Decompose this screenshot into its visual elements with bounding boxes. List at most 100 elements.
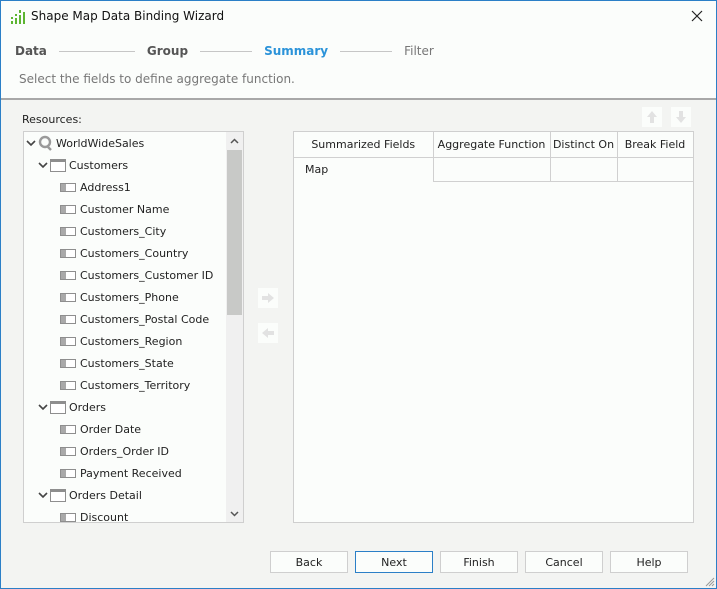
scroll-up-button[interactable] — [226, 132, 243, 149]
tree-item-table[interactable]: Customers — [38, 154, 128, 176]
scroll-down-button[interactable] — [226, 505, 243, 522]
tree-item-field[interactable]: Customers_Phone — [60, 286, 179, 308]
tree-item-field[interactable]: Payment Received — [60, 462, 182, 484]
tree-item-label: Order Date — [80, 422, 142, 436]
next-button[interactable]: Next — [355, 551, 433, 573]
step-summary[interactable]: Summary — [264, 44, 328, 58]
wizard-header: Shape Map Data Binding Wizard Data Group… — [1, 1, 716, 100]
step-divider — [200, 50, 253, 52]
chevron-down-icon[interactable] — [26, 138, 36, 148]
arrow-left-icon — [262, 328, 274, 338]
step-divider — [340, 50, 393, 52]
tree-item-label: Customers_Customer ID — [80, 268, 214, 282]
window-title: Shape Map Data Binding Wizard — [31, 9, 225, 23]
tree-item-table[interactable]: Orders — [38, 396, 106, 418]
column-header-summarized-fields[interactable]: Summarized Fields — [294, 132, 434, 158]
resources-label: Resources: — [22, 113, 82, 126]
column-header-aggregate-function[interactable]: Aggregate Function — [433, 132, 551, 158]
field-icon — [60, 204, 76, 214]
summarized-field-cell[interactable]: Map — [294, 157, 434, 182]
field-icon — [60, 358, 76, 368]
tree-item-label: Address1 — [80, 180, 131, 194]
wizard-dialog: Shape Map Data Binding Wizard Data Group… — [0, 0, 717, 589]
chevron-down-icon[interactable] — [38, 490, 48, 500]
tree-item-field[interactable]: Order Date — [60, 418, 141, 440]
tree-item-field[interactable]: Customers_Postal Code — [60, 308, 209, 330]
chevron-down-icon[interactable] — [38, 402, 48, 412]
table-row[interactable]: Map — [294, 157, 694, 182]
step-data[interactable]: Data — [15, 44, 47, 58]
finish-button[interactable]: Finish — [440, 551, 518, 573]
field-icon — [60, 270, 76, 280]
field-icon — [60, 248, 76, 258]
tree-item-field[interactable]: Customers_Territory — [60, 374, 190, 396]
tree-item-query[interactable]: WorldWideSales — [26, 132, 144, 154]
arrow-down-icon — [676, 111, 686, 123]
tree-item-label: Discount — [80, 510, 129, 523]
tree-item-field[interactable]: Orders_Order ID — [60, 440, 169, 462]
back-button[interactable]: Back — [270, 551, 348, 573]
table-icon — [50, 488, 66, 502]
table-icon — [50, 158, 66, 172]
tree-item-field[interactable]: Customers_Customer ID — [60, 264, 213, 286]
distinct-on-cell[interactable] — [550, 157, 618, 182]
move-down-button[interactable] — [671, 107, 691, 127]
remove-field-button[interactable] — [258, 323, 278, 343]
tree-item-label: Customers_State — [80, 356, 174, 370]
field-icon — [60, 512, 76, 522]
break-field-cell[interactable] — [617, 157, 694, 182]
tree-item-label: Orders_Order ID — [80, 444, 169, 458]
instruction-text: Select the fields to define aggregate fu… — [19, 72, 295, 86]
aggregate-function-cell[interactable] — [433, 157, 551, 182]
help-button[interactable]: Help — [610, 551, 688, 573]
resources-tree[interactable]: WorldWideSales Customers Address1 Customer … — [23, 131, 244, 523]
tree-item-field[interactable]: Discount — [60, 506, 129, 523]
tree-item-field[interactable]: Customers_State — [60, 352, 174, 374]
tree-item-table[interactable]: Orders Detail — [38, 484, 142, 506]
field-icon — [60, 468, 76, 478]
field-icon — [60, 182, 76, 192]
wizard-steps: Data Group Summary Filter — [15, 43, 434, 59]
tree-item-field[interactable]: Customers_Region — [60, 330, 182, 352]
step-filter[interactable]: Filter — [404, 44, 434, 58]
field-icon — [60, 226, 76, 236]
arrow-up-icon — [647, 111, 657, 123]
tree-item-label: Customers_Phone — [80, 290, 179, 304]
field-icon — [60, 446, 76, 456]
tree-item-field[interactable]: Customer Name — [60, 198, 169, 220]
tree-item-label: Customers — [69, 158, 129, 172]
field-icon — [60, 336, 76, 346]
step-group[interactable]: Group — [147, 44, 188, 58]
tree-item-label: Payment Received — [80, 466, 182, 480]
tree-item-label: Customers_Country — [80, 246, 189, 260]
column-header-break-field[interactable]: Break Field — [617, 132, 694, 158]
arrow-right-icon — [262, 293, 274, 303]
tree-item-label: Customer Name — [80, 202, 170, 216]
chevron-down-icon — [230, 510, 239, 517]
add-field-button[interactable] — [258, 288, 278, 308]
chart-bars-icon — [11, 10, 25, 24]
tree-item-label: Customers_City — [80, 224, 167, 238]
tree-item-label: Orders Detail — [69, 488, 142, 502]
tree-scrollbar[interactable] — [226, 132, 243, 522]
tree-item-field[interactable]: Customers_City — [60, 220, 166, 242]
tree-item-label: Orders — [69, 400, 106, 414]
table-header-row: Summarized Fields Aggregate Function Dis… — [294, 132, 694, 158]
tree-item-field[interactable]: Address1 — [60, 176, 131, 198]
scroll-thumb[interactable] — [227, 150, 242, 315]
tree-item-field[interactable]: Customers_Country — [60, 242, 188, 264]
chevron-up-icon — [230, 137, 239, 144]
move-up-button[interactable] — [642, 107, 662, 127]
column-header-distinct-on[interactable]: Distinct On — [550, 132, 618, 158]
chevron-down-icon[interactable] — [38, 160, 48, 170]
title-bar: Shape Map Data Binding Wizard — [1, 1, 716, 32]
cancel-button[interactable]: Cancel — [525, 551, 603, 573]
field-icon — [60, 314, 76, 324]
resize-grip-icon[interactable] — [705, 577, 715, 587]
close-icon[interactable] — [688, 7, 706, 25]
tree-item-label: WorldWideSales — [56, 136, 145, 150]
field-icon — [60, 424, 76, 434]
field-icon — [60, 380, 76, 390]
summary-table[interactable]: Summarized Fields Aggregate Function Dis… — [293, 131, 694, 523]
tree-item-label: Customers_Territory — [80, 378, 191, 392]
